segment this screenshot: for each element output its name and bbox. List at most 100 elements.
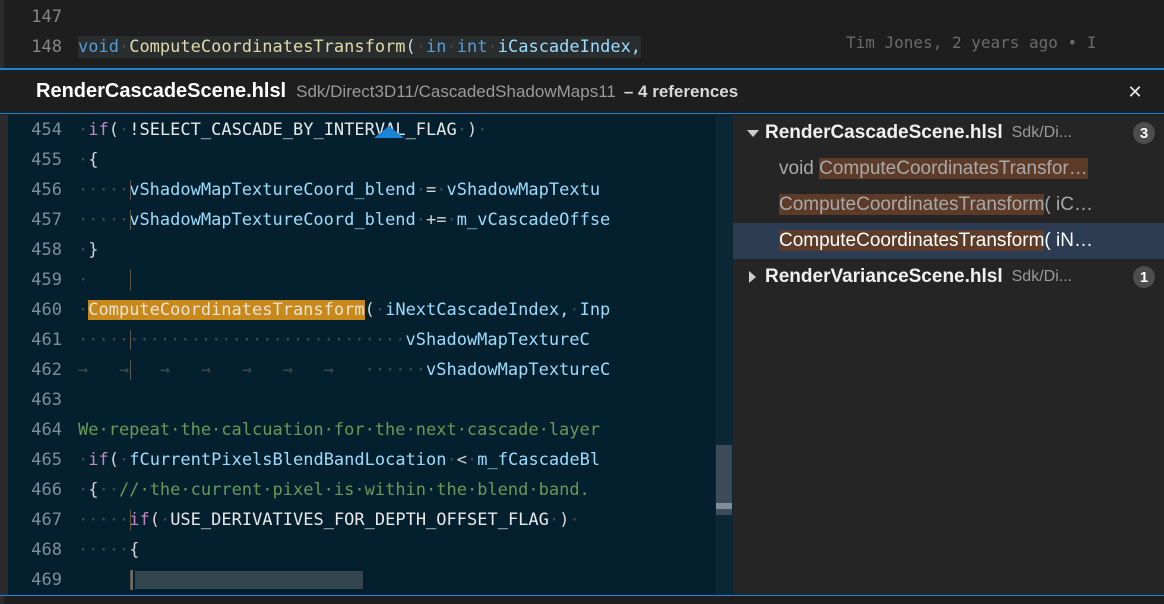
code-token: ····· (78, 540, 130, 560)
preview-scrollbar[interactable] (715, 115, 733, 595)
code-token: m_vCascadeOffse (456, 210, 611, 230)
preview-code-line[interactable]: 462 → → → → → → → ······vShadowMapTexture… (4, 355, 733, 385)
reference-count-badge: 3 (1133, 122, 1155, 144)
preview-code-line[interactable]: 455 ·{ (4, 145, 733, 175)
preview-code-line[interactable]: 459 · (4, 265, 733, 295)
line-number: 454 (31, 120, 62, 140)
code-token: · (118, 37, 130, 57)
code-token: ·· (98, 480, 119, 500)
preview-code-line[interactable]: 469 (4, 565, 733, 595)
preview-code-line[interactable]: 464 We·repeat·the·calcuation·for·the·next… (4, 415, 733, 445)
line-number: 469 (31, 570, 62, 590)
preview-code-line[interactable]: 458 ·} (4, 235, 733, 265)
line-number: 463 (31, 390, 62, 410)
tree-file-row[interactable]: RenderCascadeScene.hlsl Sdk/Di... 3 (733, 115, 1164, 151)
code-text: ·····if(·USE_DERIVATIVES_FOR_DEPTH_OFFSE… (78, 510, 733, 530)
code-token: · (569, 510, 580, 530)
code-token: We·repeat·the·calcuation·for·the·next·ca… (78, 420, 600, 440)
code-token: · (415, 210, 427, 230)
editor-bottom-strip (0, 599, 1164, 604)
indent-guide (130, 330, 131, 350)
code-token: · (78, 150, 89, 170)
code-token: · (415, 180, 427, 200)
line-number: 461 (31, 330, 62, 350)
preview-code-line[interactable]: 454 ·if(·!SELECT_CASCADE_BY_INTERVAL_FLAG… (4, 115, 733, 145)
code-text: ·{··//·the·current·pixel·is·within·the·b… (78, 480, 733, 500)
code-token: · (415, 37, 427, 57)
preview-code-line[interactable]: 466 ·{··//·the·current·pixel·is·within·th… (4, 475, 733, 505)
code-token: · (78, 510, 89, 530)
code-token: ···· (88, 510, 130, 530)
line-number: 465 (31, 450, 62, 470)
preview-code-line[interactable]: 465 ·if(·fCurrentPixelsBlendBandLocation·… (4, 445, 733, 475)
git-blame-annotation[interactable]: Tim Jones, 2 years ago • I (846, 33, 1096, 52)
reference-prefix: void (779, 158, 820, 179)
tree-filepath: Sdk/Di... (1011, 268, 1073, 285)
code-token: ······························· (88, 330, 406, 350)
line-number: 467 (31, 510, 62, 530)
code-token: vShadowMapTextureCoord_blend (129, 210, 416, 230)
code-text: ·····vShadowMapTextureCoord_blend·+=·m_v… (78, 210, 733, 230)
tree-reference-row[interactable]: ComputeCoordinatesTransform( iC… (733, 187, 1164, 223)
code-token: if (88, 120, 109, 140)
reference-snippet: void ComputeCoordinatesTransfor… (779, 158, 1088, 180)
code-text: ·ComputeCoordinatesTransform(·iNextCasca… (78, 300, 733, 320)
code-token: · (118, 450, 130, 470)
preview-code-line[interactable]: 461 ································vShad… (4, 325, 733, 355)
preview-code-line[interactable]: 467 ·····if(·USE_DERIVATIVES_FOR_DEPTH_OF… (4, 505, 733, 535)
host-code-line[interactable]: 147 (0, 2, 1164, 32)
code-token: if (88, 450, 109, 470)
code-token: void (78, 37, 119, 57)
references-tree[interactable]: RenderCascadeScene.hlsl Sdk/Di... 3 void Co… (733, 115, 1164, 595)
code-token: iCascadeIndex, (497, 37, 642, 57)
close-icon[interactable]: ✕ (1122, 79, 1148, 105)
code-text: · (78, 270, 733, 290)
code-token: ······ (364, 360, 426, 380)
code-token: ( (108, 120, 119, 140)
peek-view-body: 454 ·if(·!SELECT_CASCADE_BY_INTERVAL_FLAG… (0, 115, 1164, 595)
preview-code-line[interactable]: 460 ·ComputeCoordinatesTransform(·iNextCa… (4, 295, 733, 325)
code-text: ·} (78, 240, 733, 260)
code-token: vShadowMapTextureC (405, 330, 590, 350)
peek-preview-editor[interactable]: 454 ·if(·!SELECT_CASCADE_BY_INTERVAL_FLAG… (0, 115, 733, 595)
code-text: ·if(·!SELECT_CASCADE_BY_INTERVAL_FLAG·)· (78, 120, 733, 140)
code-token: ( (108, 450, 119, 470)
reference-suffix: ( iN… (1044, 230, 1093, 251)
code-token: ···· (88, 210, 130, 230)
tree-filename: RenderCascadeScene.hlsl (765, 122, 1003, 143)
line-number: 458 (31, 240, 62, 260)
tree-reference-row[interactable]: void ComputeCoordinatesTransfor… (733, 151, 1164, 187)
code-text: ·····{ (78, 540, 733, 560)
line-number: 459 (31, 270, 62, 290)
preview-code-line[interactable]: 468 ·····{ (4, 535, 733, 565)
chevron-down-icon[interactable] (745, 125, 761, 141)
code-text: ·if(·fCurrentPixelsBlendBandLocation·<·m… (78, 450, 733, 470)
tree-filename: RenderVarianceScene.hlsl (765, 266, 1003, 287)
indent-guide (130, 180, 131, 200)
peek-references-screen: 147 148 void·ComputeCoordinatesTransform(·… (0, 0, 1164, 604)
code-token: ···· (88, 180, 130, 200)
tree-file-row[interactable]: RenderVarianceScene.hlsl Sdk/Di... 1 (733, 259, 1164, 295)
preview-code-line[interactable]: 457 ·····vShadowMapTextureCoord_blend·+=·… (4, 205, 733, 235)
code-token: vShadowMapTextureCoord_blend (129, 180, 416, 200)
reference-snippet: ComputeCoordinatesTransform( iC… (779, 194, 1093, 216)
code-token: · (78, 210, 89, 230)
line-number: 147 (31, 7, 62, 27)
line-number: 455 (31, 150, 62, 170)
code-token: iNextCascadeIndex, (385, 300, 570, 320)
code-token: { (88, 150, 99, 170)
tree-reference-row[interactable]: ComputeCoordinatesTransform( iN… (733, 223, 1164, 259)
code-token: · (78, 330, 89, 350)
line-number: 464 (31, 420, 62, 440)
preview-code-line[interactable]: 463 (4, 385, 733, 415)
code-token: · (374, 300, 386, 320)
code-token: · (78, 270, 89, 290)
tree-filepath: Sdk/Di... (1011, 124, 1073, 141)
indent-guide (130, 510, 131, 530)
chevron-right-icon[interactable] (745, 269, 761, 285)
code-token: vShadowMapTextureC (426, 360, 611, 380)
code-token: += (426, 210, 447, 230)
highlighted-symbol: ComputeCoordinatesTransform (88, 300, 365, 320)
preview-code-line[interactable]: 456 ·····vShadowMapTextureCoord_blend·=·v… (4, 175, 733, 205)
code-token: vShadowMapTextu (446, 180, 601, 200)
